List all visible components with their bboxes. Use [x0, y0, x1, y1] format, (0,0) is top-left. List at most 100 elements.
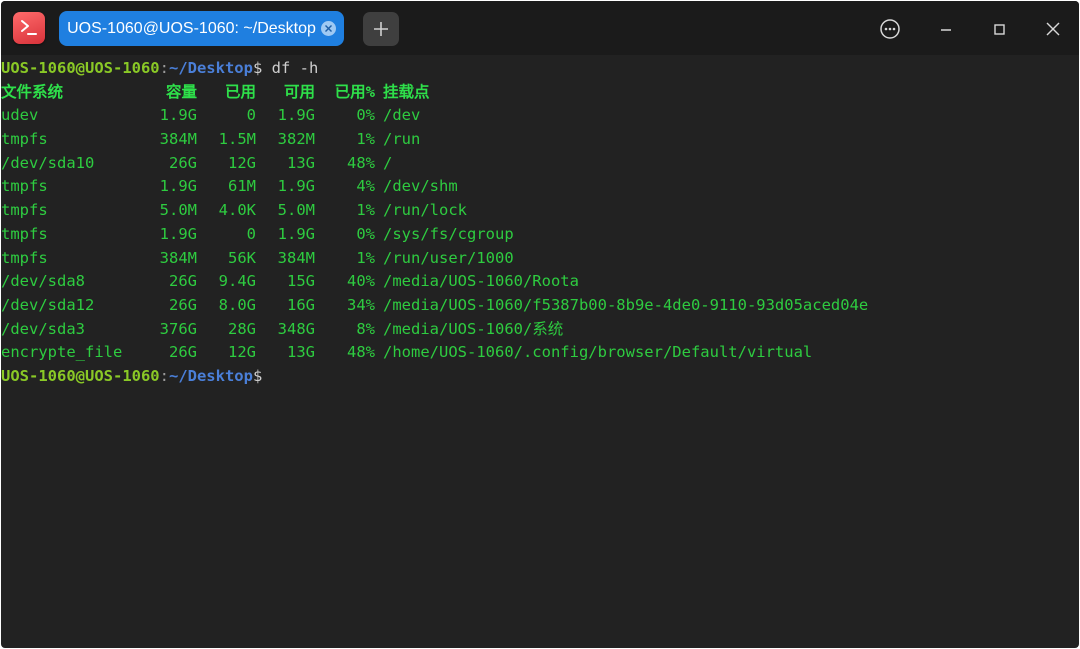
cell-filesystem: udev	[1, 106, 39, 125]
cell-use-percent: 8%	[356, 319, 375, 338]
maximize-button[interactable]	[985, 14, 1015, 44]
table-row: tmpfs 1.9G 61M 1.9G 4% /dev/shm	[1, 175, 1079, 199]
cell-size: 26G	[169, 272, 197, 291]
command-text: df -h	[262, 59, 319, 77]
cell-used: 12G	[228, 153, 256, 172]
cell-filesystem: tmpfs	[1, 248, 48, 267]
table-row: encrypte_file 26G 12G 13G 48% /home/UOS-1060/…	[1, 341, 1079, 365]
prompt-dollar: $	[252, 366, 263, 385]
prompt-user: UOS-1060@UOS-1060	[1, 366, 160, 385]
cell-avail: 13G	[287, 153, 315, 172]
cell-used: 0	[246, 106, 256, 125]
cell-filesystem: /dev/sda10	[1, 153, 95, 172]
new-tab-button[interactable]	[363, 12, 399, 46]
cell-size: 384M	[159, 248, 197, 267]
prompt-user: UOS-1060@UOS-1060	[1, 59, 160, 77]
cell-filesystem: tmpfs	[1, 177, 48, 196]
table-row: tmpfs 384M 1.5M 382M 1% /run	[1, 128, 1079, 152]
table-body: udev 1.9G 0 1.9G 0% /dev tmpfs 384M 1.5M 382M 1% /r…	[1, 104, 1079, 365]
cell-used: 28G	[228, 319, 256, 338]
command-line: UOS-1060@UOS-1060:~/Desktop$ df -h	[1, 57, 1079, 81]
close-circle-icon[interactable]	[321, 21, 336, 36]
cell-avail: 13G	[287, 343, 315, 362]
cell-avail: 348G	[277, 319, 315, 338]
cell-used: 8.0G	[218, 295, 256, 314]
cell-size: 26G	[169, 295, 197, 314]
prompt-path: ~/Desktop	[168, 59, 253, 77]
prompt-path: ~/Desktop	[168, 366, 253, 385]
cell-size: 384M	[159, 130, 197, 149]
prompt-separator: :	[159, 59, 169, 77]
table-row: /dev/sda8 26G 9.4G 15G 40% /media/UOS-1060/Ro…	[1, 270, 1079, 294]
table-row: tmpfs 384M 56K 384M 1% /run/user/1000	[1, 247, 1079, 271]
cell-mounted-on: /dev/shm	[383, 177, 458, 196]
cell-size: 1.9G	[159, 224, 197, 243]
table-row: tmpfs 1.9G 0 1.9G 0% /sys/fs/cgroup	[1, 223, 1079, 247]
plus-icon	[374, 22, 388, 36]
cell-size: 5.0M	[159, 201, 197, 220]
header-filesystem: 文件系统	[1, 82, 64, 101]
terminal-output[interactable]: UOS-1060@UOS-1060:~/Desktop$ df -h 文件系统容…	[1, 55, 1079, 648]
cell-used: 4.0K	[218, 201, 256, 220]
cell-used: 12G	[228, 343, 256, 362]
cell-used: 61M	[228, 177, 256, 196]
tab-terminal[interactable]: UOS-1060@UOS-1060: ~/Desktop	[59, 11, 344, 46]
cell-avail: 1.9G	[277, 224, 315, 243]
title-bar: UOS-1060@UOS-1060: ~/Desktop	[1, 1, 1079, 55]
cell-avail: 16G	[287, 295, 315, 314]
cell-avail: 5.0M	[277, 201, 315, 220]
cell-use-percent: 48%	[347, 343, 375, 362]
cell-size: 26G	[169, 153, 197, 172]
table-row: /dev/sda3 376G 28G 348G 8% /media/UOS-1060/系统	[1, 318, 1079, 342]
header-avail: 可用	[283, 82, 315, 101]
cell-mounted-on: /media/UOS-1060/Roota	[383, 272, 579, 291]
cell-mounted-on: /run/user/1000	[383, 248, 514, 267]
cell-used: 9.4G	[218, 272, 256, 291]
terminal-window: UOS-1060@UOS-1060: ~/Desktop UOS-1060@UO…	[1, 1, 1079, 648]
table-row: tmpfs 5.0M 4.0K 5.0M 1% /run/lock	[1, 199, 1079, 223]
cell-avail: 382M	[277, 130, 315, 149]
header-mounted-on: 挂载点	[383, 82, 430, 101]
table-header: 文件系统 容量 已用 可用 已用% 挂载点	[1, 81, 1079, 105]
cell-avail: 384M	[277, 248, 315, 267]
cell-filesystem: encrypte_file	[1, 343, 123, 362]
cell-size: 26G	[169, 343, 197, 362]
cell-use-percent: 1%	[356, 248, 375, 267]
close-icon	[1046, 22, 1060, 36]
cell-filesystem: tmpfs	[1, 224, 48, 243]
cell-mounted-on: /home/UOS-1060/.config/browser/Default/v…	[383, 343, 813, 362]
cell-used: 0	[246, 224, 256, 243]
menu-button[interactable]	[875, 14, 905, 44]
cell-use-percent: 1%	[356, 130, 375, 149]
prompt-dollar: $	[252, 59, 263, 77]
cell-mounted-on: /run/lock	[383, 201, 467, 220]
cell-mounted-on: /sys/fs/cgroup	[383, 224, 514, 243]
cell-use-percent: 48%	[347, 153, 375, 172]
tab-title: UOS-1060@UOS-1060: ~/Desktop	[67, 20, 316, 37]
cell-size: 376G	[159, 319, 197, 338]
cell-filesystem: tmpfs	[1, 130, 48, 149]
cell-avail: 15G	[287, 272, 315, 291]
cell-filesystem: /dev/sda8	[1, 272, 85, 291]
table-row: udev 1.9G 0 1.9G 0% /dev	[1, 104, 1079, 128]
cell-used: 56K	[228, 248, 256, 267]
cell-filesystem: /dev/sda3	[1, 319, 85, 338]
close-button[interactable]	[1038, 14, 1068, 44]
cell-use-percent: 1%	[356, 201, 375, 220]
cell-mounted-on: /media/UOS-1060/f5387b00-8b9e-4de0-9110-…	[383, 295, 869, 314]
header-use-percent: 已用%	[334, 82, 375, 101]
cell-filesystem: /dev/sda12	[1, 295, 95, 314]
table-row: /dev/sda12 26G 8.0G 16G 34% /media/UOS-1060/f…	[1, 294, 1079, 318]
cell-use-percent: 4%	[356, 177, 375, 196]
minimize-button[interactable]	[931, 14, 961, 44]
table-row: /dev/sda10 26G 12G 13G 48% /	[1, 152, 1079, 176]
header-used: 已用	[224, 82, 256, 101]
cell-size: 1.9G	[159, 177, 197, 196]
minimize-icon	[941, 29, 951, 31]
command-line: UOS-1060@UOS-1060:~/Desktop$	[1, 365, 1079, 389]
terminal-app-icon[interactable]	[13, 12, 45, 44]
cell-use-percent: 0%	[356, 224, 375, 243]
cell-filesystem: tmpfs	[1, 201, 48, 220]
prompt-separator: :	[159, 366, 169, 385]
cell-mounted-on: /dev	[383, 106, 421, 125]
